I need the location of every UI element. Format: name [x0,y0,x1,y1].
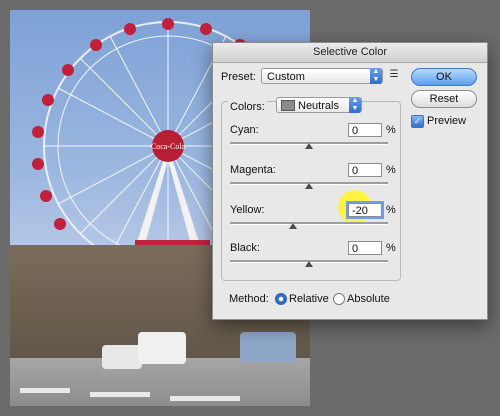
black-value-input[interactable]: 0 [348,241,382,255]
preset-label: Preset: [221,71,256,83]
preset-options-icon[interactable]: ☰ [387,68,401,82]
neutral-swatch [281,100,295,111]
relative-radio[interactable] [275,293,287,305]
magenta-percent: % [386,164,396,176]
colors-group: Colors: Neutrals ▲ ▼ Cyan: 0 % Magenta: 0… [221,97,401,281]
coca-cola-logo: Coca-Cola [151,142,186,151]
absolute-label: Absolute [347,293,390,305]
car-blue [240,332,296,362]
cyan-value-input[interactable]: 0 [348,123,382,137]
relative-label: Relative [289,293,329,305]
yellow-slider-thumb[interactable] [289,223,297,229]
preset-select[interactable]: Custom ▲ ▼ [261,68,383,84]
van-white [138,332,186,364]
yellow-value-input[interactable]: -20 [346,201,384,219]
yellow-slider-track[interactable] [230,222,388,225]
cyan-slider-thumb[interactable] [305,143,313,149]
dialog-title: Selective Color [213,43,487,63]
colors-select[interactable]: Neutrals ▲ ▼ [276,97,362,113]
magenta-value-input[interactable]: 0 [348,163,382,177]
cyan-percent: % [386,124,396,136]
crosswalk-stripe [170,396,240,401]
car-white [102,345,142,369]
chevron-up-down-icon: ▲ ▼ [370,68,382,84]
crosswalk-stripe [20,388,70,393]
preview-label: Preview [427,115,467,127]
yellow-label: Yellow: [230,204,265,216]
road [10,358,310,406]
absolute-radio[interactable] [333,293,345,305]
black-percent: % [386,242,396,254]
colors-label: Colors: [228,101,267,113]
cyan-label: Cyan: [230,124,259,136]
preview-checkbox[interactable]: ✓ [411,115,424,128]
chevron-up-down-icon: ▲ ▼ [349,97,361,113]
crosswalk-stripe [90,392,150,397]
ok-button[interactable]: OK [411,68,477,86]
selective-color-dialog: Selective Color Preset: Custom ▲ ▼ ☰ OK R… [212,42,488,320]
method-label: Method: [229,293,269,305]
preset-value: Custom [267,71,305,83]
reset-button[interactable]: Reset [411,90,477,108]
magenta-slider-thumb[interactable] [305,183,313,189]
black-label: Black: [230,242,260,254]
magenta-label: Magenta: [230,164,276,176]
black-slider-thumb[interactable] [305,261,313,267]
yellow-percent: % [386,204,396,216]
